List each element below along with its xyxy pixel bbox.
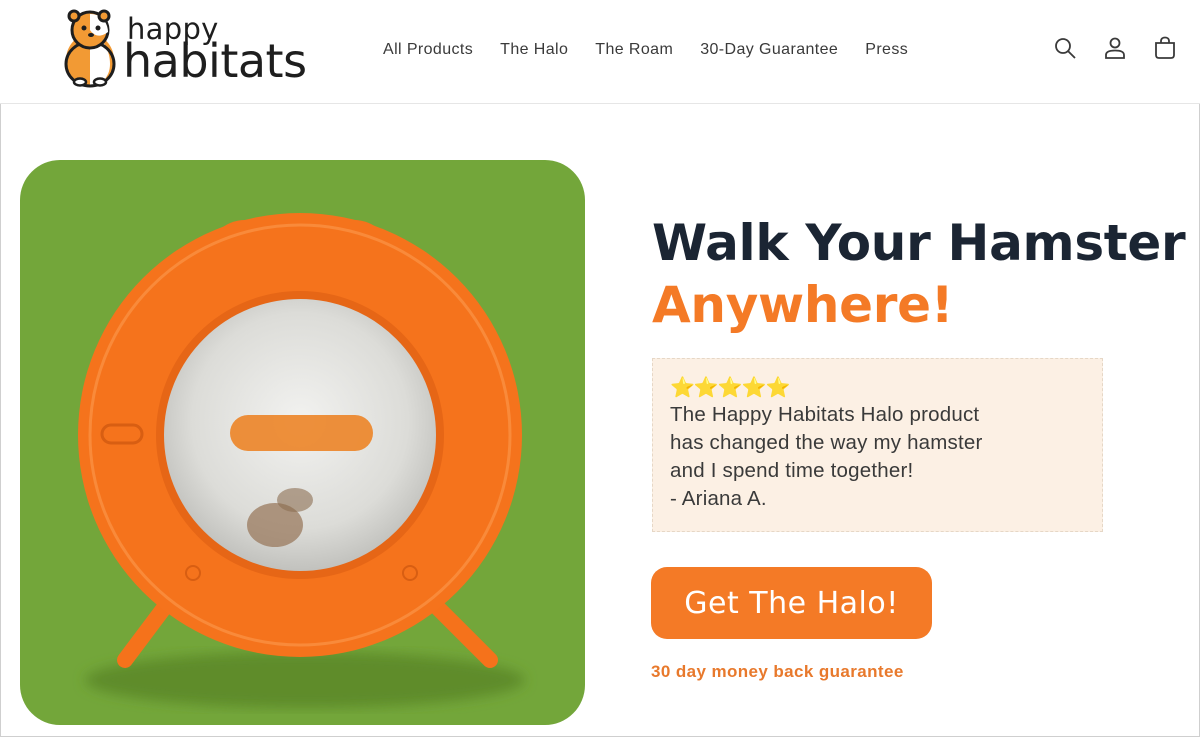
- main-nav: All Products The Halo The Roam 30-Day Gu…: [383, 38, 935, 62]
- brand-logo[interactable]: happy habitats: [60, 8, 350, 88]
- star-rating: ⭐⭐⭐⭐⭐: [670, 375, 791, 399]
- nav-the-halo[interactable]: The Halo: [500, 38, 568, 62]
- get-the-halo-button[interactable]: Get The Halo!: [651, 567, 932, 639]
- review-line: has changed the way my hamster: [670, 431, 983, 454]
- site-header: happy habitats All Products The Halo The…: [0, 0, 1200, 104]
- header-icons: [1052, 34, 1178, 62]
- review-line: and I spend time together!: [670, 459, 914, 482]
- review-author: - Ariana A.: [670, 487, 767, 510]
- nav-all-products[interactable]: All Products: [383, 38, 473, 62]
- account-icon[interactable]: [1102, 34, 1128, 62]
- customer-review: ⭐⭐⭐⭐⭐ The Happy Habitats Halo product ha…: [652, 358, 1103, 532]
- hero-title-line1: Walk Your Hamster: [652, 214, 1186, 272]
- nav-30-day-guarantee[interactable]: 30-Day Guarantee: [700, 38, 838, 62]
- nav-press[interactable]: Press: [865, 38, 908, 62]
- review-text: The Happy Habitats Halo product has chan…: [670, 401, 1085, 485]
- cart-icon[interactable]: [1152, 34, 1178, 62]
- halo-product-illustration: [78, 213, 525, 708]
- hamster-mascot-icon: [64, 9, 116, 88]
- hero-title-line2: Anywhere!: [652, 276, 954, 334]
- hero-title: Walk Your Hamster Anywhere!: [652, 212, 1192, 336]
- search-icon[interactable]: [1052, 34, 1078, 62]
- review-line: The Happy Habitats Halo product: [670, 403, 980, 426]
- product-image-halo: [20, 160, 585, 725]
- nav-the-roam[interactable]: The Roam: [595, 38, 673, 62]
- guarantee-note: 30 day money back guarantee: [651, 662, 904, 681]
- brand-name-main: habitats: [123, 34, 307, 88]
